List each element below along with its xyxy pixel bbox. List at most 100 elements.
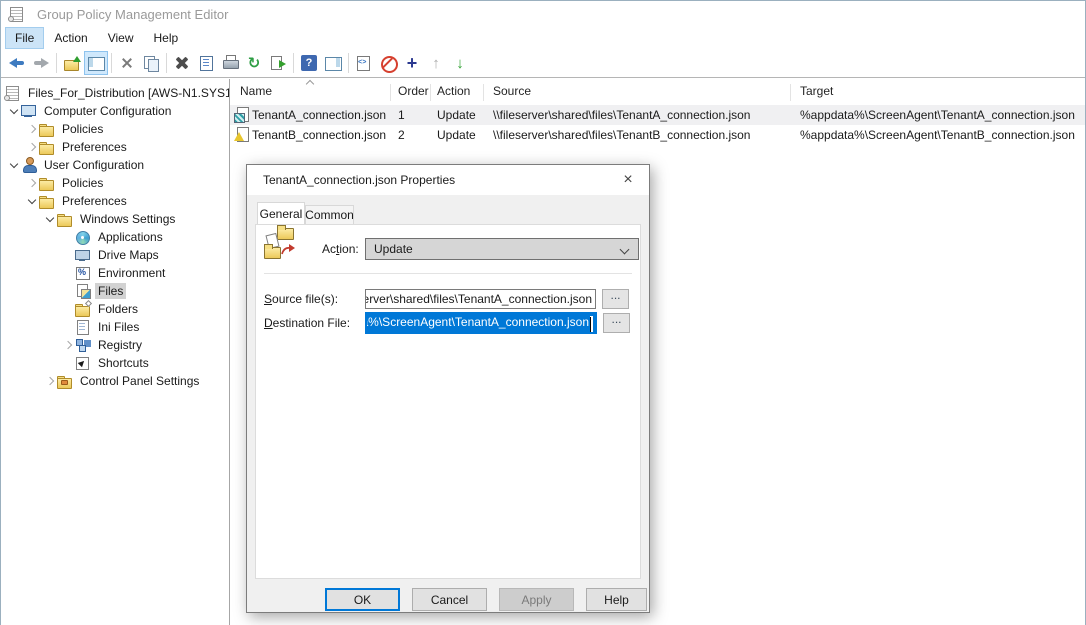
tree-item-applications[interactable]: Applications — [1, 228, 229, 246]
destination-browse-button[interactable]: ... — [603, 313, 630, 333]
gpme-window: { "colors": { "accent": "#0078d7", "sele… — [0, 0, 1086, 625]
tree-item-user-configuration[interactable]: User Configuration — [1, 156, 229, 174]
html-report-button[interactable] — [352, 51, 376, 75]
tree-item-computer-configuration[interactable]: Computer Configuration — [1, 102, 229, 120]
tree-item-ini-files[interactable]: Ini Files — [1, 318, 229, 336]
toolbar-separator — [293, 53, 294, 73]
console-tree-pane: Files_For_Distribution [AWS-N1.SYS12 Com… — [1, 79, 230, 625]
forward-icon — [33, 55, 49, 71]
column-header-name[interactable]: Name — [240, 84, 272, 98]
tree-item-computer-preferences[interactable]: Preferences — [1, 138, 229, 156]
tree-item-drive-maps[interactable]: Drive Maps — [1, 246, 229, 264]
chevron-collapsed-icon[interactable] — [25, 138, 39, 156]
menu-view[interactable]: View — [98, 27, 144, 49]
user-icon — [21, 157, 37, 173]
up-one-level-button[interactable] — [60, 51, 84, 75]
dialog-close-button[interactable]: × — [607, 165, 649, 194]
print-button[interactable] — [218, 51, 242, 75]
tree-item-user-preferences[interactable]: Preferences — [1, 192, 229, 210]
column-header-source[interactable]: Source — [493, 84, 531, 98]
close-icon: × — [623, 171, 632, 189]
column-divider[interactable] — [430, 84, 431, 101]
sort-ascending-icon — [300, 78, 320, 86]
forward-button[interactable] — [29, 51, 53, 75]
delete-icon — [174, 55, 190, 71]
tree-item-registry[interactable]: Registry — [1, 336, 229, 354]
menu-help[interactable]: Help — [144, 27, 189, 49]
export-list-button[interactable] — [266, 51, 290, 75]
move-up-button[interactable] — [424, 51, 448, 75]
toolbar-separator — [348, 53, 349, 73]
folder-icon — [39, 193, 55, 209]
source-files-input[interactable]: server\shared\files\TenantA_connection.j… — [365, 289, 596, 309]
copy-button[interactable] — [139, 51, 163, 75]
window-title: Group Policy Management Editor — [37, 7, 228, 22]
cut-button[interactable] — [115, 51, 139, 75]
chevron-collapsed-icon[interactable] — [25, 174, 39, 192]
computer-icon — [21, 103, 37, 119]
action-dropdown[interactable]: Update — [365, 238, 639, 260]
add-button[interactable] — [400, 51, 424, 75]
column-header-target[interactable]: Target — [800, 84, 833, 98]
ok-button[interactable]: OK — [325, 588, 400, 611]
tree-item-folders[interactable]: Folders — [1, 300, 229, 318]
chevron-collapsed-icon[interactable] — [61, 336, 75, 354]
cell-target: %appdata%\ScreenAgent\TenantA_connection… — [800, 108, 1075, 122]
tree-item-user-policies[interactable]: Policies — [1, 174, 229, 192]
menu-bar: File Action View Help — [1, 27, 1085, 49]
refresh-button[interactable] — [242, 51, 266, 75]
tree-item-computer-policies[interactable]: Policies — [1, 120, 229, 138]
source-browse-button[interactable]: ... — [602, 289, 629, 309]
tree-item-gpo-root[interactable]: Files_For_Distribution [AWS-N1.SYS12 — [1, 84, 229, 102]
chevron-spacer — [61, 300, 75, 318]
chevron-expanded-icon[interactable] — [43, 210, 57, 228]
properties-button[interactable] — [194, 51, 218, 75]
chevron-collapsed-icon[interactable] — [43, 372, 57, 390]
gpo-icon — [5, 85, 21, 101]
chevron-expanded-icon[interactable] — [25, 192, 39, 210]
toolbar — [1, 49, 1085, 78]
tree-item-windows-settings[interactable]: Windows Settings — [1, 210, 229, 228]
tree-item-environment[interactable]: Environment — [1, 264, 229, 282]
apply-button[interactable]: Apply — [499, 588, 574, 611]
block-button[interactable] — [376, 51, 400, 75]
menu-file[interactable]: File — [5, 27, 44, 49]
destination-file-label: Destination File: — [264, 313, 350, 333]
chevron-expanded-icon[interactable] — [7, 156, 21, 174]
table-row-tenant-b[interactable]: TenantB_connection.json 2 Update \\files… — [230, 125, 1085, 145]
help-dialog-button[interactable]: Help — [586, 588, 647, 611]
chevron-spacer — [61, 318, 75, 336]
column-divider[interactable] — [390, 84, 391, 101]
cell-name: TenantA_connection.json — [252, 108, 386, 122]
column-divider[interactable] — [790, 84, 791, 101]
cancel-button[interactable]: Cancel — [412, 588, 487, 611]
help-button[interactable] — [297, 51, 321, 75]
chevron-expanded-icon[interactable] — [7, 102, 21, 120]
cell-action: Update — [437, 128, 476, 142]
column-header-order[interactable]: Order — [398, 84, 429, 98]
tree-item-shortcuts[interactable]: Shortcuts — [1, 354, 229, 372]
menu-action[interactable]: Action — [44, 27, 97, 49]
destination-file-input[interactable]: ta%\ScreenAgent\TenantA_connection.json — [365, 312, 597, 334]
files-preference-icon — [264, 227, 300, 263]
column-header-action[interactable]: Action — [437, 84, 470, 98]
cell-source: \\fileserver\shared\files\TenantB_connec… — [493, 128, 750, 142]
environment-icon — [75, 265, 91, 281]
dialog-title: TenantA_connection.json Properties — [263, 173, 455, 187]
back-icon — [9, 55, 25, 71]
tree-item-control-panel-settings[interactable]: Control Panel Settings — [1, 372, 229, 390]
table-row-tenant-a[interactable]: TenantA_connection.json 1 Update \\files… — [230, 105, 1085, 125]
tree-item-files[interactable]: Files — [1, 282, 229, 300]
chevron-collapsed-icon[interactable] — [25, 120, 39, 138]
back-button[interactable] — [5, 51, 29, 75]
chevron-spacer — [61, 228, 75, 246]
column-divider[interactable] — [483, 84, 484, 101]
delete-button[interactable] — [170, 51, 194, 75]
show-action-pane-button[interactable] — [321, 51, 345, 75]
action-dropdown-value: Update — [374, 242, 413, 256]
tab-common[interactable]: Common — [305, 205, 354, 224]
show-console-tree-button[interactable] — [84, 51, 108, 75]
tab-general[interactable]: General — [257, 202, 305, 224]
move-down-button[interactable] — [448, 51, 472, 75]
cell-order: 1 — [398, 108, 405, 122]
